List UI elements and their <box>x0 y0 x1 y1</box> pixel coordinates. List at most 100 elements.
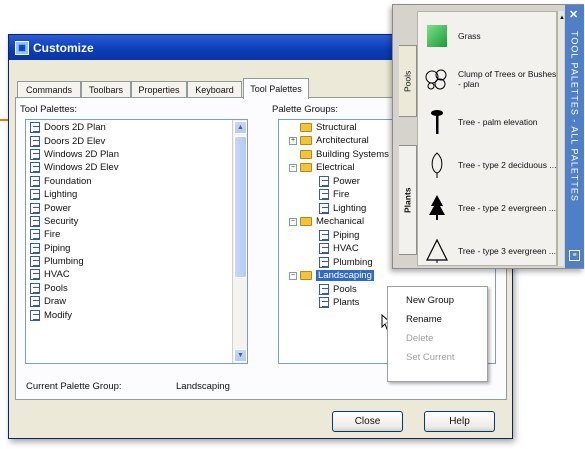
palette-icon <box>30 202 40 214</box>
scroll-down-button[interactable]: ▼ <box>234 349 247 362</box>
palette-icon <box>30 242 40 254</box>
folder-icon <box>300 217 312 227</box>
palette-icon <box>30 162 40 174</box>
grass-swatch-icon <box>422 20 452 52</box>
dialog-title: Customize <box>33 40 94 55</box>
palette-icon <box>30 282 40 294</box>
collapse-icon[interactable]: − <box>289 217 297 226</box>
palette-groups-label: Palette Groups: <box>272 104 339 115</box>
list-item[interactable]: Windows 2D Elev <box>30 161 230 174</box>
menu-item-rename[interactable]: Rename <box>388 310 487 329</box>
palette-item-palm[interactable]: Tree - palm elevation <box>422 104 557 140</box>
palette-icon <box>30 148 40 160</box>
palette-title-bar[interactable]: ✕ TOOL PALETTES - ALL PALETTES ≡ <box>565 5 584 268</box>
palette-icon <box>319 243 329 255</box>
plants-palette-content: Grass Clump of Trees or Bushes - plan Tr… <box>417 11 557 266</box>
current-group-label: Current Palette Group: <box>26 381 122 392</box>
palette-icon <box>30 122 40 134</box>
palette-item-tree-clump[interactable]: Clump of Trees or Bushes - plan <box>422 61 557 97</box>
tree-item-hvac[interactable]: HVAC <box>319 242 359 255</box>
menu-item-new-group[interactable]: New Group <box>388 291 487 310</box>
palette-icon <box>319 230 329 242</box>
palette-icon <box>319 176 329 188</box>
tool-palettes-list[interactable]: Doors 2D Plan Doors 2D Elev Windows 2D Pla… <box>25 119 248 364</box>
folder-icon <box>300 271 312 281</box>
collapse-icon[interactable]: − <box>289 163 297 172</box>
list-item[interactable]: HVAC <box>30 268 230 281</box>
close-button[interactable]: Close <box>332 411 403 432</box>
tool-palettes-label: Tool Palettes: <box>20 104 78 115</box>
menu-item-delete[interactable]: Delete <box>388 329 487 348</box>
palette-window-title: TOOL PALETTES - ALL PALETTES <box>569 31 580 202</box>
list-item[interactable]: Doors 2D Elev <box>30 134 230 147</box>
palette-icon <box>319 284 329 296</box>
palette-item-grass[interactable]: Grass <box>422 18 557 54</box>
list-item[interactable]: Pools <box>30 282 230 295</box>
palette-scrollbar[interactable]: ▲ <box>557 11 565 266</box>
tree-item-lighting[interactable]: Lighting <box>319 202 366 215</box>
list-item[interactable]: Power <box>30 201 230 214</box>
list-item[interactable]: Draw <box>30 295 230 308</box>
list-item[interactable]: Plumbing <box>30 255 230 268</box>
tree-item-power[interactable]: Power <box>319 175 360 188</box>
tab-properties[interactable]: Properties <box>131 81 187 98</box>
tool-palettes-window: Pools Plants Grass Clump of Trees or Bus… <box>392 4 584 269</box>
list-item[interactable]: Modify <box>30 308 230 321</box>
tree-item-electrical[interactable]: − Electrical <box>289 161 355 174</box>
tree-item-piping[interactable]: Piping <box>319 229 359 242</box>
tree-item-mechanical[interactable]: − Mechanical <box>289 215 364 228</box>
tab-pools[interactable]: Pools <box>399 45 417 117</box>
tab-toolbars[interactable]: Toolbars <box>81 81 131 98</box>
palette-icon <box>319 297 329 309</box>
palette-icon <box>30 215 40 227</box>
palette-item-evergreen-2[interactable]: Tree - type 2 evergreen ... <box>422 190 557 226</box>
list-item[interactable]: Foundation <box>30 175 230 188</box>
close-icon[interactable]: ✕ <box>569 8 578 21</box>
triangle-tree-icon <box>422 235 452 267</box>
current-group-value: Landscaping <box>176 381 230 392</box>
palette-icon <box>30 189 40 201</box>
palette-icon <box>30 269 40 281</box>
folder-icon <box>300 150 312 160</box>
tree-item-plumbing[interactable]: Plumbing <box>319 256 373 269</box>
palette-item-deciduous[interactable]: Tree - type 2 deciduous ... <box>422 147 557 183</box>
list-item[interactable]: Windows 2D Plan <box>30 148 230 161</box>
tree-item-pools[interactable]: Pools <box>319 283 357 296</box>
help-button[interactable]: Help <box>424 411 495 432</box>
tree-item-building-systems[interactable]: Building Systems <box>300 148 389 161</box>
tab-keyboard[interactable]: Keyboard <box>187 81 242 98</box>
menu-item-set-current[interactable]: Set Current <box>388 348 487 367</box>
folder-icon <box>300 123 312 133</box>
scroll-up-button[interactable]: ▲ <box>234 121 247 134</box>
tree-item-plants[interactable]: Plants <box>319 296 359 309</box>
palette-icon <box>319 203 329 215</box>
palette-icon <box>30 229 40 241</box>
palette-icon <box>30 135 40 147</box>
tree-item-landscaping[interactable]: − Landscaping <box>289 269 374 282</box>
customize-icon: ▦ <box>15 40 29 55</box>
list-item[interactable]: Lighting <box>30 188 230 201</box>
tree-item-fire[interactable]: Fire <box>319 188 349 201</box>
palette-item-evergreen-3[interactable]: Tree - type 3 evergreen ... <box>422 233 557 269</box>
collapse-icon[interactable]: − <box>289 271 297 280</box>
deciduous-tree-icon <box>422 149 452 181</box>
palette-icon <box>30 296 40 308</box>
list-item[interactable]: Security <box>30 215 230 228</box>
tree-clump-icon <box>422 63 452 95</box>
list-item[interactable]: Fire <box>30 228 230 241</box>
list-item[interactable]: Doors 2D Plan <box>30 121 230 134</box>
tool-palettes-scrollbar[interactable]: ▲ ▼ <box>232 120 247 363</box>
palette-icon <box>30 175 40 187</box>
tab-tool-palettes[interactable]: Tool Palettes <box>243 78 309 99</box>
expand-icon[interactable]: + <box>289 136 297 145</box>
tree-item-structural[interactable]: Structural <box>300 121 357 134</box>
properties-icon[interactable]: ≡ <box>569 250 580 261</box>
tab-commands[interactable]: Commands <box>17 81 81 98</box>
scroll-thumb[interactable] <box>234 136 247 278</box>
list-item[interactable]: Piping <box>30 242 230 255</box>
tree-item-architectural[interactable]: + Architectural <box>289 134 369 147</box>
palm-tree-icon <box>422 106 452 138</box>
palette-icon <box>30 309 40 321</box>
palette-icon <box>319 189 329 201</box>
tab-plants[interactable]: Plants <box>399 145 417 255</box>
